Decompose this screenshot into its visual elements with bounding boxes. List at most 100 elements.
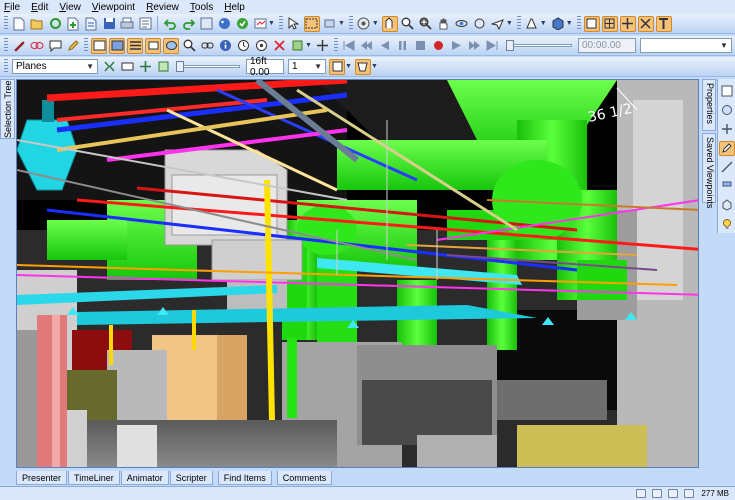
toolbar-grip[interactable] (4, 38, 8, 53)
print-icon[interactable] (119, 16, 135, 32)
clear-icon[interactable] (271, 38, 287, 54)
tab-timeliner[interactable]: TimeLiner (68, 471, 120, 485)
section-position-slider[interactable] (176, 59, 240, 74)
pause-icon[interactable] (395, 38, 411, 54)
perspective-icon[interactable] (524, 16, 540, 32)
chevron-down-icon[interactable]: ▼ (305, 42, 312, 49)
chevron-down-icon[interactable]: ▼ (268, 20, 275, 27)
new-icon[interactable] (11, 16, 27, 32)
toolbar-grip[interactable] (576, 16, 581, 31)
tag-icon[interactable] (47, 38, 63, 54)
publish-icon[interactable] (137, 16, 153, 32)
chevron-down-icon[interactable]: ▼ (506, 20, 513, 27)
move-icon[interactable] (315, 38, 331, 54)
measure-icon[interactable] (719, 160, 735, 175)
step-icon[interactable] (467, 38, 483, 54)
sheet-browser-icon[interactable] (636, 489, 647, 498)
menu-review[interactable]: Review (146, 2, 179, 13)
toolbar-grip[interactable] (84, 38, 88, 53)
chevron-down-icon[interactable]: ▼ (338, 20, 345, 27)
model-render[interactable]: 36 1/2 (17, 80, 699, 468)
viewpoint-c-icon[interactable] (145, 37, 161, 54)
redo-icon[interactable] (180, 16, 196, 32)
section-enable-icon[interactable] (354, 58, 371, 75)
viewpoint-a-icon[interactable] (109, 37, 125, 54)
toolbar-grip[interactable] (4, 59, 8, 74)
pencil-icon[interactable] (65, 38, 81, 54)
zoom-icon[interactable] (400, 16, 416, 32)
toolbar-grip[interactable] (333, 38, 338, 53)
toolbar-grip[interactable] (348, 16, 353, 31)
reverse-icon[interactable] (377, 38, 393, 54)
open-icon[interactable] (29, 16, 45, 32)
chevron-down-icon[interactable]: ▼ (540, 20, 547, 27)
select-icon[interactable] (286, 16, 302, 32)
play-icon[interactable] (449, 38, 465, 54)
chevron-down-icon[interactable]: ▼ (566, 20, 573, 27)
palette-icon[interactable] (216, 16, 232, 32)
find-icon[interactable] (181, 38, 197, 54)
rewind-icon[interactable] (341, 38, 357, 54)
section-align-icon[interactable] (101, 59, 117, 75)
append-icon[interactable] (65, 16, 81, 32)
zoom-box-icon[interactable] (418, 16, 434, 32)
render-style-icon[interactable] (601, 15, 618, 32)
chevron-down-icon[interactable]: ▼ (345, 63, 352, 70)
section-link-icon[interactable] (119, 59, 135, 75)
stop-icon[interactable] (413, 38, 429, 54)
look-around-icon[interactable] (381, 15, 398, 32)
tab-comments[interactable]: Comments (276, 471, 333, 485)
tab-animator[interactable]: Animator (120, 471, 169, 485)
fly-icon[interactable] (490, 16, 506, 32)
toolbar-grip[interactable] (278, 16, 283, 31)
3d-viewport[interactable]: 36 1/2 (16, 79, 699, 468)
navigate-icon[interactable] (719, 122, 735, 137)
grid-icon[interactable] (619, 15, 636, 32)
sync-icon[interactable] (235, 38, 251, 54)
viewpoint-d-icon[interactable] (163, 37, 179, 54)
save-icon[interactable] (101, 16, 117, 32)
shading-icon[interactable] (550, 16, 566, 32)
menu-help[interactable]: Help (224, 2, 245, 13)
slider-thumb[interactable] (176, 61, 184, 72)
section-fit-icon[interactable] (137, 59, 153, 75)
measure-icon[interactable] (253, 38, 269, 54)
section-plane-select[interactable]: 1 ▼ (288, 59, 326, 74)
menu-tools[interactable]: Tools (190, 2, 213, 13)
pan-icon[interactable] (436, 16, 452, 32)
lighting-icon[interactable] (583, 15, 600, 32)
undo-icon[interactable] (162, 16, 178, 32)
edit-icon[interactable] (718, 140, 735, 156)
section-box-icon[interactable] (155, 59, 171, 75)
animation-select[interactable]: ▼ (639, 38, 732, 53)
section-distance-field[interactable]: 16ft 0.00 (246, 56, 284, 78)
viewpoint-b-icon[interactable] (127, 37, 143, 54)
tab-presenter[interactable]: Presenter (16, 471, 68, 485)
forward-icon[interactable] (485, 38, 501, 54)
toolbar-grip[interactable] (4, 16, 8, 31)
saved-viewpoints-tab[interactable]: Saved Viewpoints (702, 133, 716, 208)
animation-time-field[interactable]: 00:00.00 (577, 38, 636, 53)
section-icon[interactable] (637, 15, 654, 32)
redline-icon[interactable] (11, 38, 27, 54)
select-box-icon[interactable] (303, 15, 320, 32)
merge-icon[interactable] (83, 16, 99, 32)
orbit-icon[interactable] (454, 16, 470, 32)
section-settings-icon[interactable] (329, 58, 345, 75)
material-icon[interactable] (719, 197, 735, 212)
transform-icon[interactable] (289, 38, 305, 54)
properties-icon[interactable] (719, 84, 735, 99)
chevron-down-icon[interactable]: ▼ (371, 63, 378, 70)
plugin-icon[interactable] (719, 216, 735, 231)
link-icon[interactable] (199, 38, 215, 54)
chevron-down-icon[interactable]: ▼ (372, 20, 379, 27)
viewpoints-icon[interactable] (719, 103, 735, 118)
paint-icon[interactable] (719, 178, 735, 193)
record-icon[interactable] (431, 38, 447, 54)
clash-icon[interactable] (234, 16, 250, 32)
properties-tab[interactable]: Properties (702, 79, 716, 131)
section-mode-select[interactable]: Planes ▼ (12, 59, 98, 74)
info-icon[interactable] (217, 38, 233, 54)
toolbar-grip[interactable] (516, 16, 521, 31)
text-icon[interactable] (655, 15, 672, 32)
